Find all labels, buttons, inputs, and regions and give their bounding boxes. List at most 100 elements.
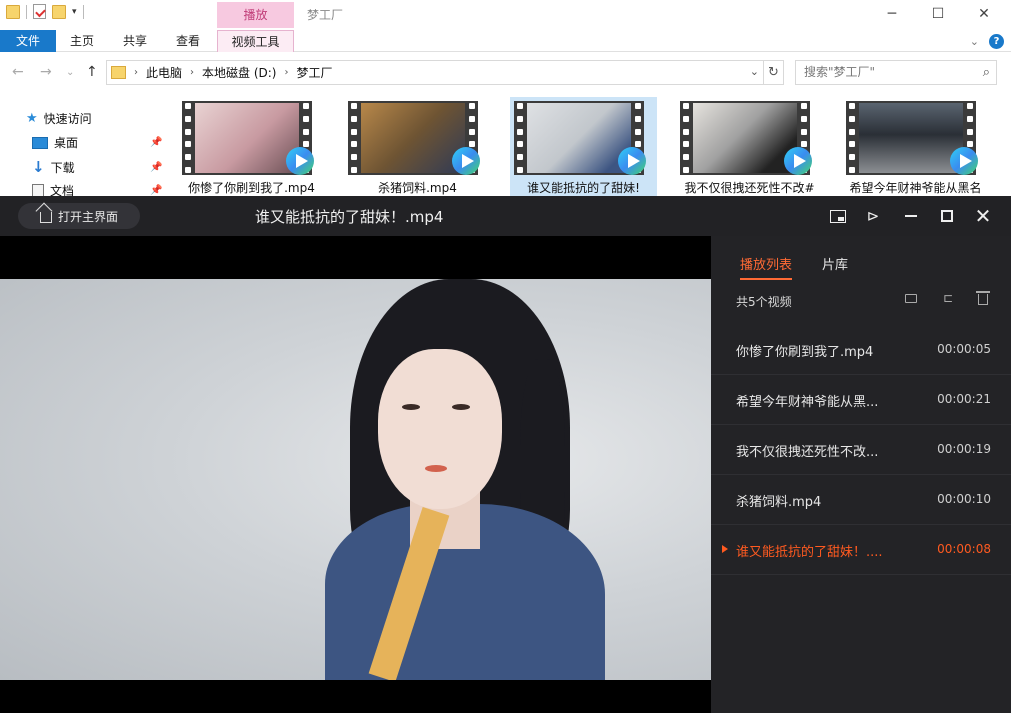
playlist-item[interactable]: 杀猪饲料.mp4 00:00:10 <box>711 475 1011 525</box>
close-icon: ✕ <box>974 204 992 228</box>
expand-ribbon-icon[interactable]: ⌄ <box>970 35 979 48</box>
delete-button[interactable] <box>976 291 990 305</box>
help-icon[interactable]: ? <box>989 34 1004 49</box>
breadcrumb-local-disk[interactable]: 本地磁盘 (D:) <box>202 64 276 81</box>
playlist-panel: 播放列表 片库 共5个视频 ⊏ 你惨了你刷到我了.mp4 00:00:05 希望… <box>711 236 1011 713</box>
playlist-item-duration: 00:00:21 <box>937 392 991 406</box>
pin-icon: ⊳ <box>866 207 880 225</box>
navigation-pane: ★ 快速访问 桌面 📌 ↓ 下载 📌 文档 📌 <box>0 100 170 200</box>
file-item-selected[interactable]: 谁又能抵抗的了甜妹! <box>510 97 657 197</box>
up-arrow-icon[interactable]: ↑ <box>86 64 98 80</box>
playlist-item-current[interactable]: 谁又能抵抗的了甜妹！.... 00:00:08 <box>711 525 1011 575</box>
add-to-list-button[interactable]: ⊏ <box>941 291 955 305</box>
back-arrow-icon[interactable]: ← <box>12 64 24 80</box>
playlist-item-duration: 00:00:10 <box>937 492 991 506</box>
explorer-titlebar: ▾ 播放 梦工厂 ─ ☐ ✕ <box>0 0 1011 30</box>
customize-toolbar-icon[interactable]: ▾ <box>72 7 77 17</box>
file-item[interactable]: 你惨了你刷到我了.mp4 <box>178 97 325 197</box>
chevron-right-icon[interactable]: › <box>190 67 194 78</box>
maximize-button[interactable]: ☐ <box>915 0 961 28</box>
file-name: 我不仅很拽还死性不改# <box>684 181 815 195</box>
context-tab-play[interactable]: 播放 <box>217 2 294 28</box>
search-icon: ⌕ <box>982 65 990 80</box>
chevron-right-icon[interactable]: › <box>134 67 138 78</box>
file-item[interactable]: 希望今年财神爷能从黑名 <box>842 97 989 197</box>
file-item[interactable]: 我不仅很拽还死性不改# <box>676 97 823 197</box>
download-icon: ↓ <box>32 158 45 176</box>
file-name: 谁又能抵抗的了甜妹! <box>527 181 640 195</box>
home-icon <box>39 212 52 223</box>
tab-library[interactable]: 片库 <box>822 254 848 273</box>
playlist: 你惨了你刷到我了.mp4 00:00:05 希望今年财神爷能从黑... 00:0… <box>711 325 1011 575</box>
open-main-window-label: 打开主界面 <box>57 209 118 224</box>
address-bar[interactable]: › 此电脑 › 本地磁盘 (D:) › 梦工厂 ⌄ <box>106 60 764 85</box>
player-minimize-button[interactable] <box>899 204 923 228</box>
pin-icon[interactable]: 📌 <box>150 137 162 148</box>
add-list-icon: ⊏ <box>942 291 954 305</box>
star-icon: ★ <box>26 111 38 126</box>
ribbon-tabs: 文件 主页 共享 查看 视频工具 ⌄ ? <box>0 30 1011 52</box>
search-input[interactable]: 搜索"梦工厂" ⌕ <box>795 60 997 85</box>
tab-share[interactable]: 共享 <box>115 30 155 52</box>
breadcrumb-this-pc[interactable]: 此电脑 <box>146 64 182 81</box>
tab-file[interactable]: 文件 <box>0 30 56 52</box>
search-placeholder: 搜索"梦工厂" <box>804 65 876 79</box>
now-playing-icon <box>722 545 728 553</box>
nav-item-desktop[interactable]: 桌面 📌 <box>32 134 162 151</box>
playlist-item-name: 我不仅很拽还死性不改... <box>736 445 879 460</box>
video-title: 谁又能抵抗的了甜妹！.mp4 <box>255 208 444 226</box>
video-player-icon <box>784 147 812 175</box>
playlist-item-name: 希望今年财神爷能从黑... <box>736 395 879 410</box>
playlist-item[interactable]: 希望今年财神爷能从黑... 00:00:21 <box>711 375 1011 425</box>
tab-home[interactable]: 主页 <box>62 30 102 52</box>
playlist-item-duration: 00:00:19 <box>937 442 991 456</box>
refresh-button[interactable]: ↻ <box>764 60 784 85</box>
tab-video-tools[interactable]: 视频工具 <box>217 30 294 52</box>
pin-icon[interactable]: 📌 <box>150 185 162 196</box>
video-player-icon <box>452 147 480 175</box>
quick-access-toolbar: ▾ <box>6 4 84 19</box>
toolbar-divider <box>82 4 84 19</box>
file-item[interactable]: 杀猪饲料.mp4 <box>344 97 491 197</box>
player-maximize-button[interactable] <box>935 204 959 228</box>
folder-icon <box>111 66 126 79</box>
playlist-item-name: 你惨了你刷到我了.mp4 <box>736 345 874 360</box>
video-frame[interactable] <box>0 279 711 680</box>
open-main-window-button[interactable]: 打开主界面 <box>18 203 140 229</box>
recent-locations-icon[interactable]: ⌄ <box>66 67 74 78</box>
file-explorer-window: ▾ 播放 梦工厂 ─ ☐ ✕ 文件 主页 共享 查看 视频工具 ⌄ ? ← → … <box>0 0 1011 200</box>
folder-icon <box>6 4 20 19</box>
close-button[interactable]: ✕ <box>961 0 1007 28</box>
address-row: ← → ⌄ ↑ › 此电脑 › 本地磁盘 (D:) › 梦工厂 ⌄ ↻ 搜索"梦… <box>0 58 1011 88</box>
player-close-button[interactable]: ✕ <box>971 204 995 228</box>
maximize-icon <box>941 210 953 222</box>
playlist-count: 共5个视频 <box>736 295 792 309</box>
tab-view[interactable]: 查看 <box>168 30 208 52</box>
playlist-item-duration: 00:00:05 <box>937 342 991 356</box>
playlist-item[interactable]: 你惨了你刷到我了.mp4 00:00:05 <box>711 325 1011 375</box>
minimize-button[interactable]: ─ <box>869 0 915 28</box>
nav-item-downloads[interactable]: ↓ 下载 📌 <box>32 158 162 176</box>
video-area[interactable] <box>0 236 711 713</box>
window-title: 梦工厂 <box>307 8 344 22</box>
forward-arrow-icon[interactable]: → <box>40 64 52 80</box>
mini-mode-button[interactable] <box>826 204 850 228</box>
nav-item-quick-access[interactable]: ★ 快速访问 <box>26 110 92 127</box>
properties-icon[interactable] <box>33 4 46 19</box>
minimize-icon <box>905 215 917 217</box>
folder-icon <box>905 294 917 303</box>
video-player-icon <box>618 147 646 175</box>
chevron-right-icon[interactable]: › <box>284 67 288 78</box>
open-folder-button[interactable] <box>905 291 919 305</box>
pin-on-top-button[interactable]: ⊳ <box>861 204 885 228</box>
tab-playlist[interactable]: 播放列表 <box>740 254 793 280</box>
toolbar-divider <box>26 4 27 19</box>
desktop-icon <box>32 136 48 149</box>
file-grid: 你惨了你刷到我了.mp4 杀猪饲料.mp4 谁又能抵抗的了甜妹! 我不仅很拽还死… <box>178 97 1011 200</box>
file-name: 你惨了你刷到我了.mp4 <box>188 181 315 195</box>
playlist-item[interactable]: 我不仅很拽还死性不改... 00:00:19 <box>711 425 1011 475</box>
new-folder-icon[interactable] <box>52 4 66 19</box>
address-dropdown-icon[interactable]: ⌄ <box>750 65 759 78</box>
pin-icon[interactable]: 📌 <box>150 162 162 173</box>
breadcrumb-folder[interactable]: 梦工厂 <box>296 64 332 81</box>
